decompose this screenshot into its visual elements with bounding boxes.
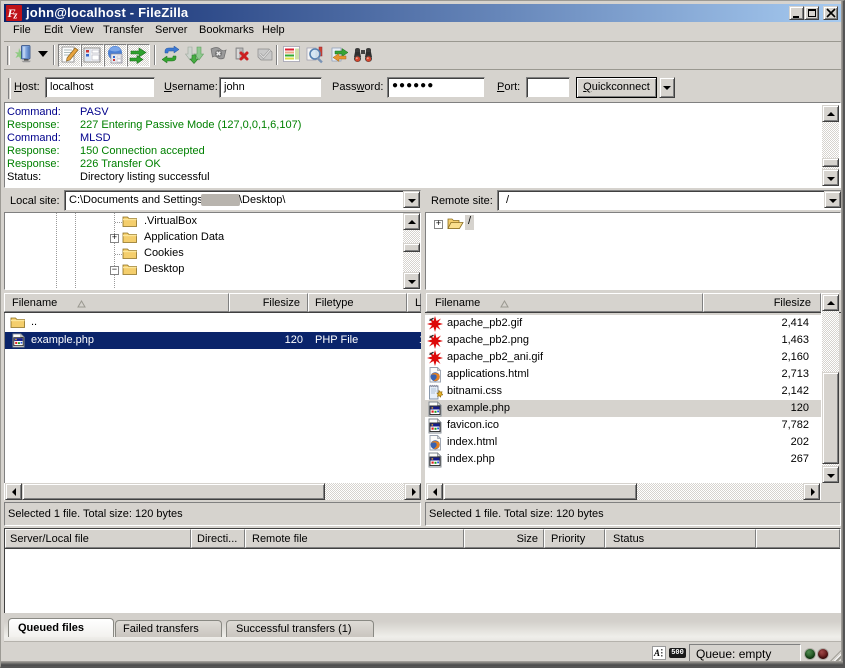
- svg-text:A: A: [653, 648, 660, 658]
- svg-text:z: z: [13, 11, 18, 22]
